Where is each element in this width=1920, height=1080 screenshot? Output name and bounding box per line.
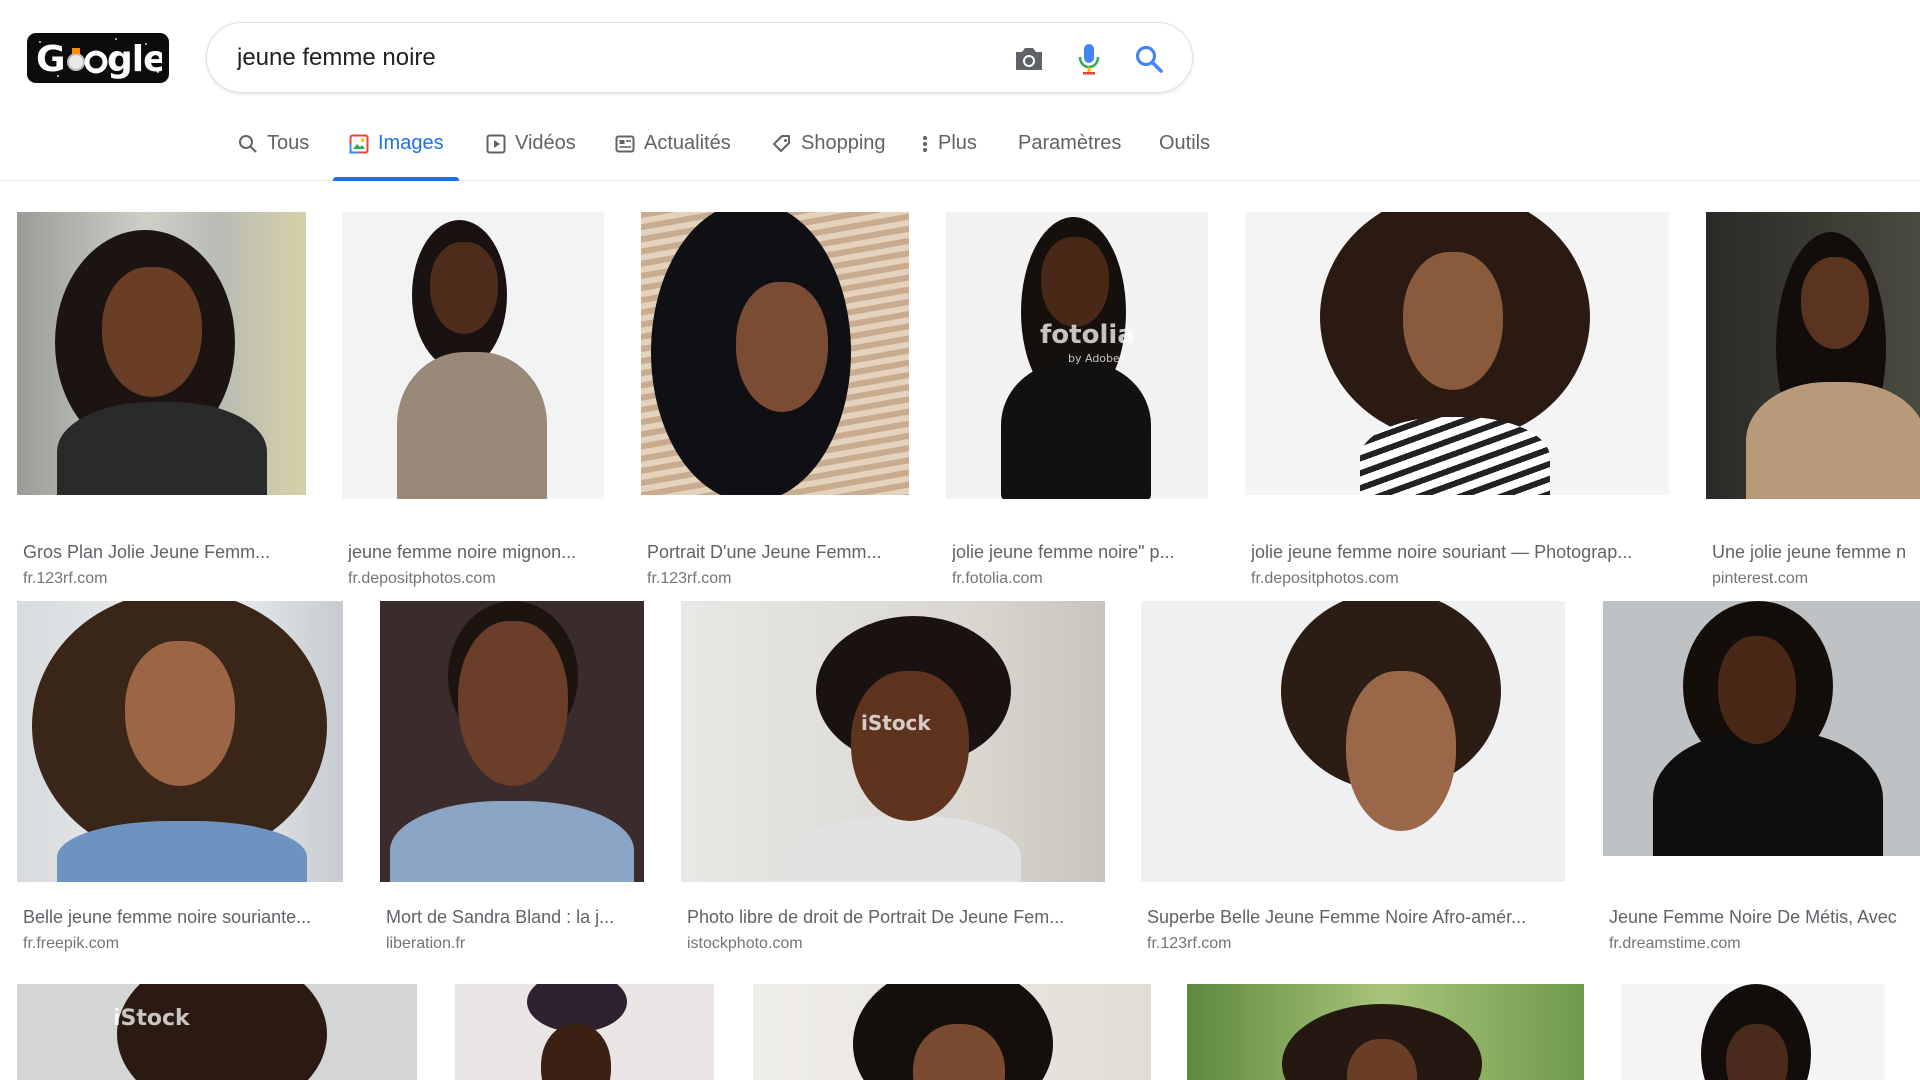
microphone-icon[interactable]: [1071, 41, 1107, 77]
result-caption[interactable]: jolie jeune femme noire" p...: [952, 542, 1208, 563]
result-source: liberation.fr: [386, 935, 466, 952]
image-result[interactable]: iStock: [17, 984, 417, 1080]
image-result[interactable]: jolie jeune femme noire souriant — Photo…: [1245, 212, 1669, 592]
result-thumbnail[interactable]: iStock: [681, 601, 1105, 882]
result-caption[interactable]: Belle jeune femme noire souriante...: [23, 907, 343, 928]
result-source: fr.123rf.com: [647, 570, 732, 587]
image-result[interactable]: Superbe Belle Jeune Femme Noire Afro-amé…: [1141, 601, 1565, 981]
result-thumbnail[interactable]: [641, 212, 909, 495]
result-caption[interactable]: Mort de Sandra Bland : la j...: [386, 907, 644, 928]
image-result[interactable]: Portrait D'une Jeune Femm... fr.123rf.co…: [641, 212, 909, 592]
tab-label: Plus: [938, 132, 977, 154]
google-doodle-logo[interactable]: G gle: [27, 33, 169, 83]
result-caption[interactable]: Une jolie jeune femme n: [1712, 542, 1920, 563]
result-thumbnail[interactable]: [380, 601, 644, 882]
camera-icon[interactable]: [1011, 41, 1047, 77]
search-box: [206, 22, 1193, 93]
result-source: pinterest.com: [1712, 570, 1809, 587]
image-result[interactable]: Mort de Sandra Bland : la j... liberatio…: [380, 601, 644, 981]
tab-more[interactable]: Plus: [920, 126, 977, 181]
image-result[interactable]: Gros Plan Jolie Jeune Femm... fr.123rf.c…: [17, 212, 307, 587]
svg-text:G: G: [36, 39, 65, 80]
tab-shopping[interactable]: Shopping: [771, 126, 886, 181]
result-thumbnail[interactable]: [1706, 212, 1920, 499]
result-thumbnail[interactable]: [1245, 212, 1669, 495]
more-vert-icon: [920, 133, 930, 155]
search-input[interactable]: [237, 40, 957, 76]
result-thumbnail[interactable]: iStock: [17, 984, 417, 1080]
watermark: iStock: [861, 711, 931, 735]
tab-images[interactable]: Images: [333, 126, 459, 181]
search-icon: [237, 133, 259, 155]
image-result[interactable]: [1621, 984, 1885, 1080]
image-result[interactable]: Jeune Femme Noire De Métis, Avec fr.drea…: [1603, 601, 1920, 981]
result-thumbnail[interactable]: [17, 601, 343, 882]
header: G gle jeune femme noire Tous Images Vidé…: [0, 0, 1920, 181]
tab-settings[interactable]: Paramètres: [1018, 126, 1121, 181]
video-icon: [485, 133, 507, 155]
result-caption[interactable]: Jeune Femme Noire De Métis, Avec: [1609, 907, 1920, 928]
result-thumbnail[interactable]: [455, 984, 714, 1080]
result-thumbnail[interactable]: [1603, 601, 1920, 882]
tab-label: Vidéos: [515, 132, 576, 154]
tab-label: Tous: [267, 132, 310, 154]
tab-label: Actualités: [644, 132, 731, 154]
image-result[interactable]: [455, 984, 714, 1080]
google-wordmark: G gle: [36, 39, 162, 80]
result-thumbnail[interactable]: [753, 984, 1151, 1080]
result-thumbnail[interactable]: [1621, 984, 1885, 1080]
result-thumbnail[interactable]: [1141, 601, 1565, 882]
watermark-sub: by Adobe: [1068, 352, 1120, 365]
result-caption[interactable]: Photo libre de droit de Portrait De Jeun…: [687, 907, 1105, 928]
tab-tools[interactable]: Outils: [1159, 126, 1210, 181]
result-source: fr.123rf.com: [23, 570, 108, 587]
tab-news[interactable]: Actualités: [614, 126, 731, 181]
result-source: fr.freepik.com: [23, 935, 120, 952]
image-result[interactable]: Une jolie jeune femme n pinterest.com: [1706, 212, 1920, 592]
result-source: istockphoto.com: [687, 935, 803, 952]
tab-all[interactable]: Tous: [237, 126, 309, 181]
image-result[interactable]: iStock Photo libre de droit de Portrait …: [681, 601, 1105, 981]
image-result[interactable]: [753, 984, 1151, 1080]
result-thumbnail[interactable]: fotolia by Adobe: [946, 212, 1208, 499]
image-result[interactable]: jeune femme noire mignon... fr.depositph…: [342, 212, 604, 592]
search-tabs: Tous Images Vidéos Actualités Shopping P…: [0, 126, 1300, 181]
tab-label: Paramètres: [1018, 132, 1122, 154]
result-caption[interactable]: Gros Plan Jolie Jeune Femm...: [23, 542, 303, 563]
watermark: fotolia: [1040, 320, 1135, 350]
svg-text:gle: gle: [107, 39, 162, 80]
result-caption[interactable]: Superbe Belle Jeune Femme Noire Afro-amé…: [1147, 907, 1565, 928]
tab-label: Outils: [1159, 132, 1211, 154]
result-caption[interactable]: jeune femme noire mignon...: [348, 542, 604, 563]
image-icon: [348, 133, 370, 155]
tab-label: Images: [378, 132, 444, 154]
result-source: fr.depositphotos.com: [1251, 570, 1399, 587]
result-thumbnail[interactable]: [17, 212, 306, 495]
result-source: fr.fotolia.com: [952, 570, 1043, 587]
result-caption[interactable]: jolie jeune femme noire souriant — Photo…: [1251, 542, 1669, 563]
result-source: fr.123rf.com: [1147, 935, 1232, 952]
result-thumbnail[interactable]: [1187, 984, 1584, 1080]
tab-videos[interactable]: Vidéos: [485, 126, 576, 181]
news-icon: [614, 133, 636, 155]
image-result[interactable]: [1187, 984, 1584, 1080]
result-source: fr.depositphotos.com: [348, 570, 496, 587]
search-submit-icon[interactable]: [1131, 41, 1167, 77]
tag-icon: [771, 133, 793, 155]
result-source: fr.dreamstime.com: [1609, 935, 1741, 952]
image-results-grid: Gros Plan Jolie Jeune Femm... fr.123rf.c…: [0, 182, 1920, 1080]
tab-label: Shopping: [801, 132, 886, 154]
logo-wordmark: G gle: [27, 33, 169, 83]
result-thumbnail[interactable]: [342, 212, 604, 499]
result-caption[interactable]: Portrait D'une Jeune Femm...: [647, 542, 909, 563]
watermark: iStock: [113, 1006, 190, 1031]
image-result[interactable]: fotolia by Adobe jolie jeune femme noire…: [946, 212, 1208, 592]
image-result[interactable]: Belle jeune femme noire souriante... fr.…: [17, 601, 343, 981]
